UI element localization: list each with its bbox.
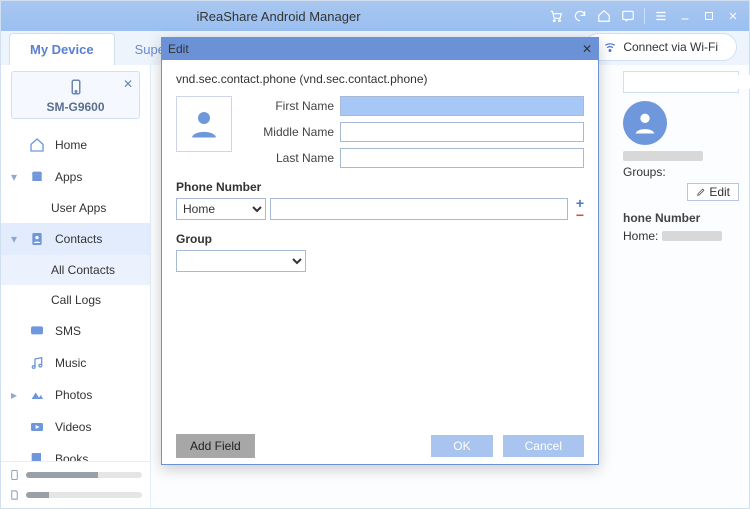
- tab-my-device[interactable]: My Device: [9, 33, 115, 65]
- dialog-title: Edit: [168, 42, 582, 56]
- middle-name-label: Middle Name: [244, 125, 334, 139]
- remove-phone-icon[interactable]: −: [576, 210, 584, 220]
- cancel-button[interactable]: Cancel: [503, 435, 584, 457]
- home-nav-icon: [29, 137, 47, 153]
- nav-music[interactable]: Music: [1, 347, 150, 379]
- storage-panel: [1, 461, 150, 508]
- group-label: Group: [176, 232, 584, 246]
- right-panel: Groups: Edit hone Number Home:: [613, 65, 749, 508]
- phone-number-label: Phone Number: [176, 180, 584, 194]
- storage-phone-icon: [9, 468, 20, 482]
- edit-dialog: Edit ✕ vnd.sec.contact.phone (vnd.sec.co…: [161, 37, 599, 465]
- nav: Home ▾Apps User Apps ▾Contacts All Conta…: [1, 125, 150, 461]
- edit-button[interactable]: Edit: [687, 183, 739, 201]
- groups-row: Groups:: [623, 165, 739, 179]
- nav-user-apps[interactable]: User Apps: [1, 193, 150, 223]
- nav-apps[interactable]: ▾Apps: [1, 161, 150, 193]
- search-box[interactable]: [623, 71, 739, 93]
- first-name-label: First Name: [244, 99, 334, 113]
- nav-contacts[interactable]: ▾Contacts: [1, 223, 150, 255]
- cart-icon[interactable]: [548, 8, 564, 24]
- contact-name-row: [623, 151, 739, 161]
- apps-icon: [29, 169, 47, 185]
- nav-photos[interactable]: ▸Photos: [1, 379, 150, 411]
- phone-icon: [64, 78, 88, 96]
- contact-avatar: [623, 101, 667, 145]
- device-label: SM-G9600: [46, 100, 104, 114]
- sidebar: ✕ SM-G9600 Home ▾Apps User Apps ▾Contact…: [1, 65, 151, 508]
- nav-sms[interactable]: SMS: [1, 315, 150, 347]
- sms-icon: [29, 323, 47, 339]
- storage-sd: [9, 488, 142, 502]
- avatar-placeholder[interactable]: [176, 96, 232, 152]
- middle-name-input[interactable]: [340, 122, 584, 142]
- contacts-icon: [29, 231, 47, 247]
- dialog-titlebar[interactable]: Edit ✕: [162, 38, 598, 60]
- search-input[interactable]: [628, 75, 750, 89]
- dialog-close-icon[interactable]: ✕: [582, 42, 592, 56]
- books-icon: [29, 451, 47, 461]
- device-card[interactable]: ✕ SM-G9600: [11, 71, 140, 119]
- minimize-icon[interactable]: [677, 8, 693, 24]
- photos-icon: [29, 387, 47, 403]
- connect-wifi-label: Connect via Wi-Fi: [623, 40, 718, 54]
- phone-section-label: hone Number: [623, 211, 739, 225]
- videos-icon: [29, 419, 47, 435]
- maximize-icon[interactable]: [701, 8, 717, 24]
- phone-value-row: Home:: [623, 229, 739, 243]
- ok-button[interactable]: OK: [431, 435, 492, 457]
- device-close-icon[interactable]: ✕: [123, 77, 133, 91]
- divider-icon: [644, 8, 645, 24]
- nav-all-contacts[interactable]: All Contacts: [1, 255, 150, 285]
- wifi-icon: [603, 40, 617, 54]
- phone-type-select[interactable]: Home: [176, 198, 266, 220]
- last-name-label: Last Name: [244, 151, 334, 165]
- app-title: iReaShare Android Manager: [9, 9, 548, 24]
- titlebar: iReaShare Android Manager: [1, 1, 749, 31]
- nav-videos[interactable]: Videos: [1, 411, 150, 443]
- contact-type-label: vnd.sec.contact.phone (vnd.sec.contact.p…: [176, 72, 584, 86]
- nav-home[interactable]: Home: [1, 129, 150, 161]
- close-icon[interactable]: [725, 8, 741, 24]
- music-icon: [29, 355, 47, 371]
- refresh-icon[interactable]: [572, 8, 588, 24]
- storage-internal: [9, 468, 142, 482]
- home-icon[interactable]: [596, 8, 612, 24]
- first-name-input[interactable]: [340, 96, 584, 116]
- storage-sd-icon: [9, 488, 20, 502]
- add-field-button[interactable]: Add Field: [176, 434, 255, 458]
- group-select[interactable]: [176, 250, 306, 272]
- nav-books[interactable]: Books: [1, 443, 150, 461]
- menu-icon[interactable]: [653, 8, 669, 24]
- feedback-icon[interactable]: [620, 8, 636, 24]
- phone-number-input[interactable]: [270, 198, 568, 220]
- connect-wifi-button[interactable]: Connect via Wi-Fi: [584, 33, 737, 61]
- last-name-input[interactable]: [340, 148, 584, 168]
- nav-call-logs[interactable]: Call Logs: [1, 285, 150, 315]
